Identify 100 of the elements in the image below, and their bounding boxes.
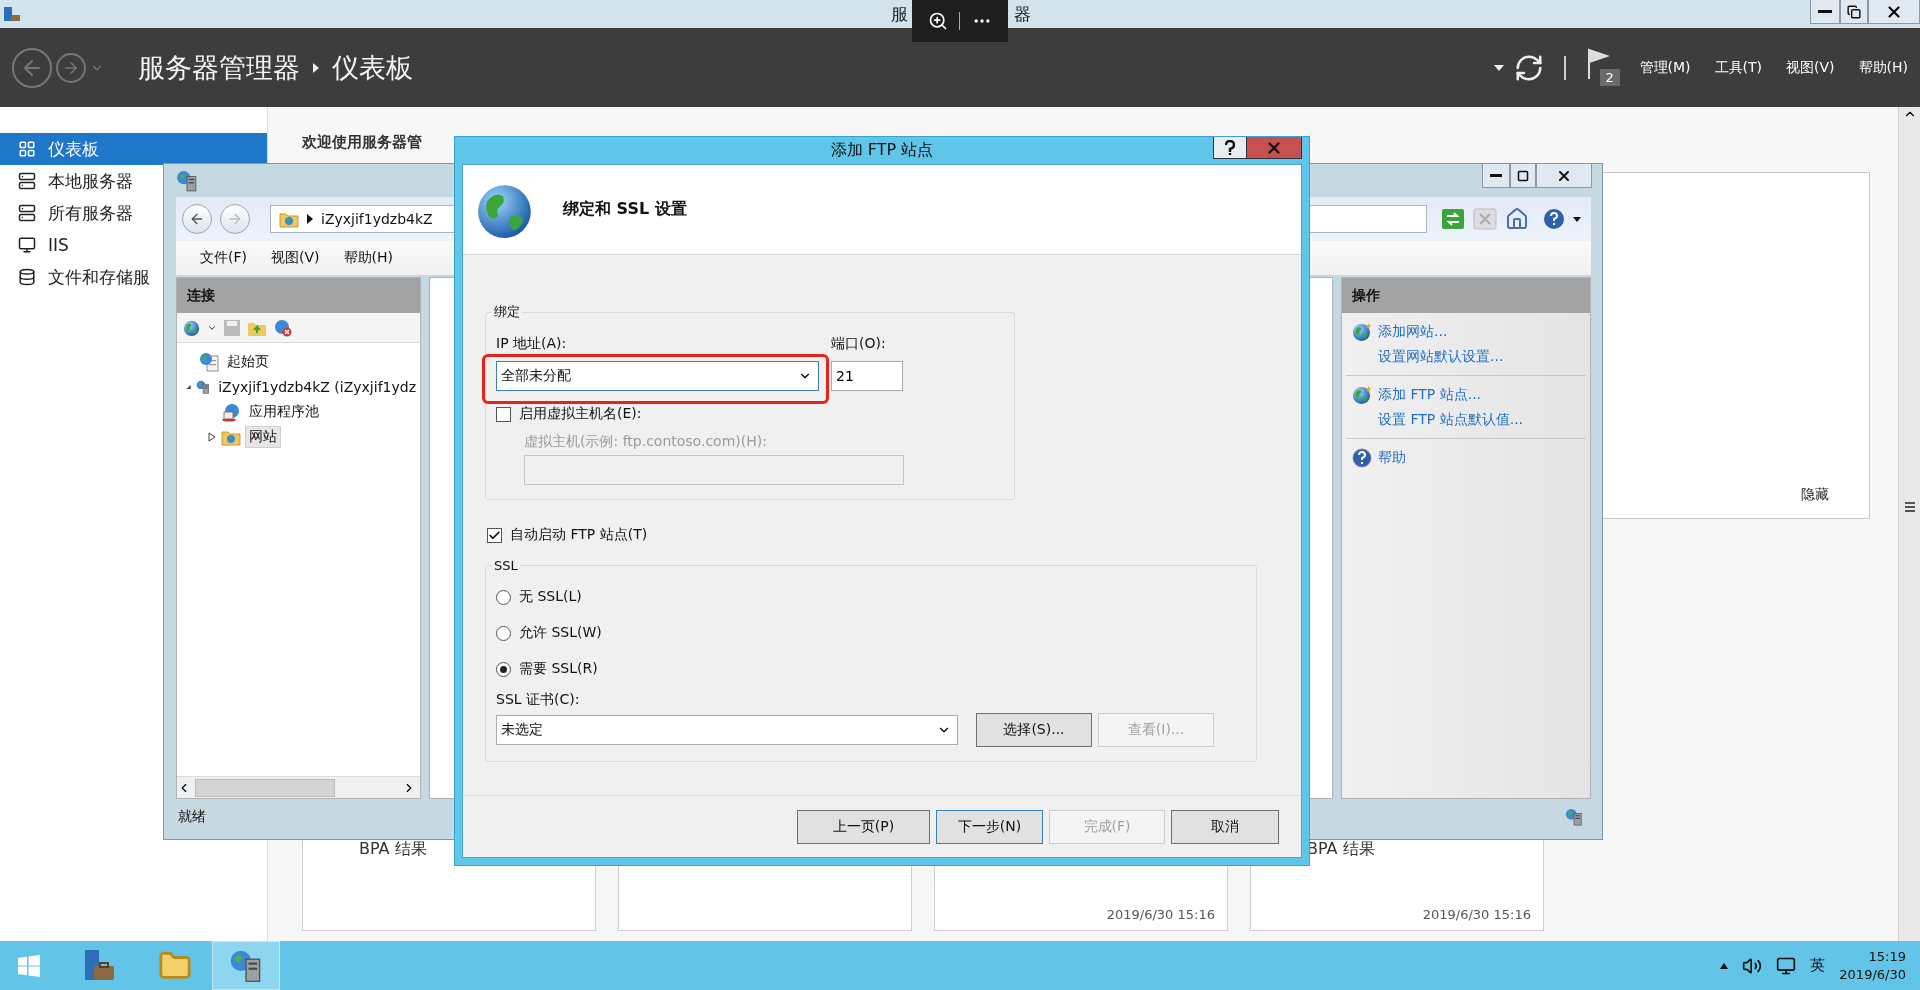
action-link[interactable]: 添加 FTP 站点... xyxy=(1378,385,1482,404)
sidebar-item[interactable]: 仪表板 xyxy=(0,133,267,165)
tree-item[interactable]: 网站 xyxy=(245,425,281,448)
minimize-button[interactable] xyxy=(1482,164,1510,188)
breadcrumb-item[interactable]: 服务器管理器 xyxy=(138,49,300,86)
port-field[interactable]: 21 xyxy=(831,361,903,391)
speaker-icon[interactable] xyxy=(1742,955,1763,976)
group-title: SSL xyxy=(493,558,519,573)
action-link[interactable]: 帮助 xyxy=(1378,448,1406,467)
radio-button[interactable] xyxy=(496,589,511,605)
minimize-button[interactable] xyxy=(1810,0,1840,24)
menu-item[interactable]: 帮助(H) xyxy=(333,245,403,271)
taskbar-clock[interactable]: 15:19 2019/6/30 xyxy=(1839,947,1906,984)
input-method-indicator[interactable]: 英 xyxy=(1810,956,1826,975)
menu-item[interactable]: 文件(F) xyxy=(190,245,257,271)
close-button[interactable] xyxy=(1868,0,1920,24)
start-page-icon xyxy=(199,351,219,372)
dialog-title: 添加 FTP 站点 xyxy=(829,140,935,161)
field-label: 虚拟主机(示例: ftp.contoso.com)(H): xyxy=(524,433,768,451)
help-button[interactable] xyxy=(1213,137,1247,159)
tile-heading: BPA 结果 xyxy=(359,839,427,860)
close-button[interactable] xyxy=(1536,164,1592,188)
home-icon[interactable] xyxy=(1505,207,1529,231)
server-icon xyxy=(18,172,36,190)
checkbox-label[interactable]: 启用虚拟主机名(E): xyxy=(519,405,642,423)
notification-count: 2 xyxy=(1599,68,1620,86)
radio-button[interactable] xyxy=(496,661,511,677)
wizard-button[interactable]: 下一步(N) xyxy=(936,809,1043,844)
back-button[interactable] xyxy=(182,204,212,234)
app-icon xyxy=(3,5,21,23)
wizard-button[interactable]: 取消 xyxy=(1171,809,1279,844)
action-link[interactable]: 添加网站... xyxy=(1378,322,1448,341)
page-heading: 绑定和 SSL 设置 xyxy=(563,199,687,220)
menu-item[interactable]: 帮助(H) xyxy=(1850,58,1916,77)
window-title: 服 xyxy=(891,2,908,26)
group-title: 绑定 xyxy=(493,303,521,321)
wizard-button[interactable]: 上一页(P) xyxy=(797,809,930,844)
help-icon xyxy=(1352,447,1372,468)
windows-logo-icon xyxy=(17,953,41,978)
panel-header: 连接 xyxy=(177,278,420,313)
disconnect-icon[interactable] xyxy=(273,317,293,338)
sidebar-item[interactable]: 本地服务器 xyxy=(0,165,137,197)
restore-icon xyxy=(1847,4,1861,19)
certificate-dropdown[interactable]: 未选定 xyxy=(496,715,958,745)
tree-item[interactable]: 起始页 xyxy=(223,350,273,373)
expand-triangle-icon[interactable] xyxy=(207,431,217,442)
tree-item[interactable]: 应用程序池 xyxy=(245,400,323,423)
ip-address-dropdown[interactable]: 全部未分配 xyxy=(496,361,819,391)
tree-item[interactable]: iZyxjif1ydzb4kZ (iZyxjif1ydz xyxy=(214,376,420,397)
horizontal-scrollbar[interactable] xyxy=(177,776,420,798)
radio-label[interactable]: 允许 SSL(W) xyxy=(519,624,602,642)
help-icon[interactable] xyxy=(1543,208,1565,230)
hide-link[interactable]: 隐藏 xyxy=(1801,486,1829,504)
vertical-scrollbar[interactable] xyxy=(1898,107,1920,941)
sidebar-item[interactable]: 文件和存储服 xyxy=(0,261,154,293)
sidebar-item[interactable]: IIS xyxy=(0,229,73,261)
globe-icon xyxy=(183,318,201,337)
tray-expand-icon[interactable] xyxy=(1720,962,1729,969)
dialog-button[interactable]: 选择(S)... xyxy=(976,713,1092,747)
radio-label[interactable]: 需要 SSL(R) xyxy=(519,660,598,678)
monitor-icon xyxy=(18,236,36,254)
radio-label[interactable]: 无 SSL(L) xyxy=(519,588,582,606)
network-icon[interactable] xyxy=(1776,955,1797,976)
sidebar-item[interactable]: 所有服务器 xyxy=(0,197,137,229)
server-globe-icon xyxy=(229,948,263,983)
maximize-button[interactable] xyxy=(1510,164,1536,188)
menu-item[interactable]: 视图(V) xyxy=(261,245,330,271)
checkbox[interactable] xyxy=(487,527,502,543)
server-globe-icon xyxy=(176,169,198,192)
status-text: 就绪 xyxy=(178,807,206,826)
grid-icon xyxy=(18,140,36,158)
action-link[interactable]: 设置网站默认设置... xyxy=(1378,347,1504,366)
dropdown-icon[interactable] xyxy=(1493,64,1504,71)
app-pool-icon xyxy=(221,401,241,422)
maximize-icon xyxy=(1517,169,1529,182)
server-globe-icon xyxy=(1565,807,1583,826)
folder-globe-icon xyxy=(279,210,299,228)
field-label: 端口(O): xyxy=(831,335,887,353)
checkbox[interactable] xyxy=(496,406,511,422)
back-button[interactable] xyxy=(12,47,52,88)
checkbox-label[interactable]: 自动启动 FTP 站点(T) xyxy=(510,526,648,544)
restore-button[interactable] xyxy=(1840,0,1868,24)
host-name-field[interactable] xyxy=(524,455,904,485)
dropdown-icon[interactable] xyxy=(1573,216,1581,222)
taskbar-button[interactable] xyxy=(212,941,280,990)
field-label: SSL 证书(C): xyxy=(496,691,580,709)
breadcrumb-arrow-icon xyxy=(312,61,320,74)
zoom-in-icon[interactable] xyxy=(927,11,948,31)
menu-item[interactable]: 管理(M) xyxy=(1631,58,1699,77)
radio-button[interactable] xyxy=(496,625,511,641)
menu-item[interactable]: 视图(V) xyxy=(1778,58,1843,77)
question-mark-icon xyxy=(1225,139,1235,156)
menu-item[interactable]: 工具(T) xyxy=(1706,58,1771,77)
welcome-heading: 欢迎使用服务器管 xyxy=(302,133,422,152)
minimize-icon xyxy=(1490,174,1502,177)
forward-button[interactable] xyxy=(56,52,86,83)
grip-icon xyxy=(1903,501,1916,513)
tile-timestamp: 2019/6/30 15:16 xyxy=(1422,907,1531,922)
action-link[interactable]: 设置 FTP 站点默认值... xyxy=(1378,410,1524,429)
breadcrumb-item[interactable]: 仪表板 xyxy=(332,49,413,86)
